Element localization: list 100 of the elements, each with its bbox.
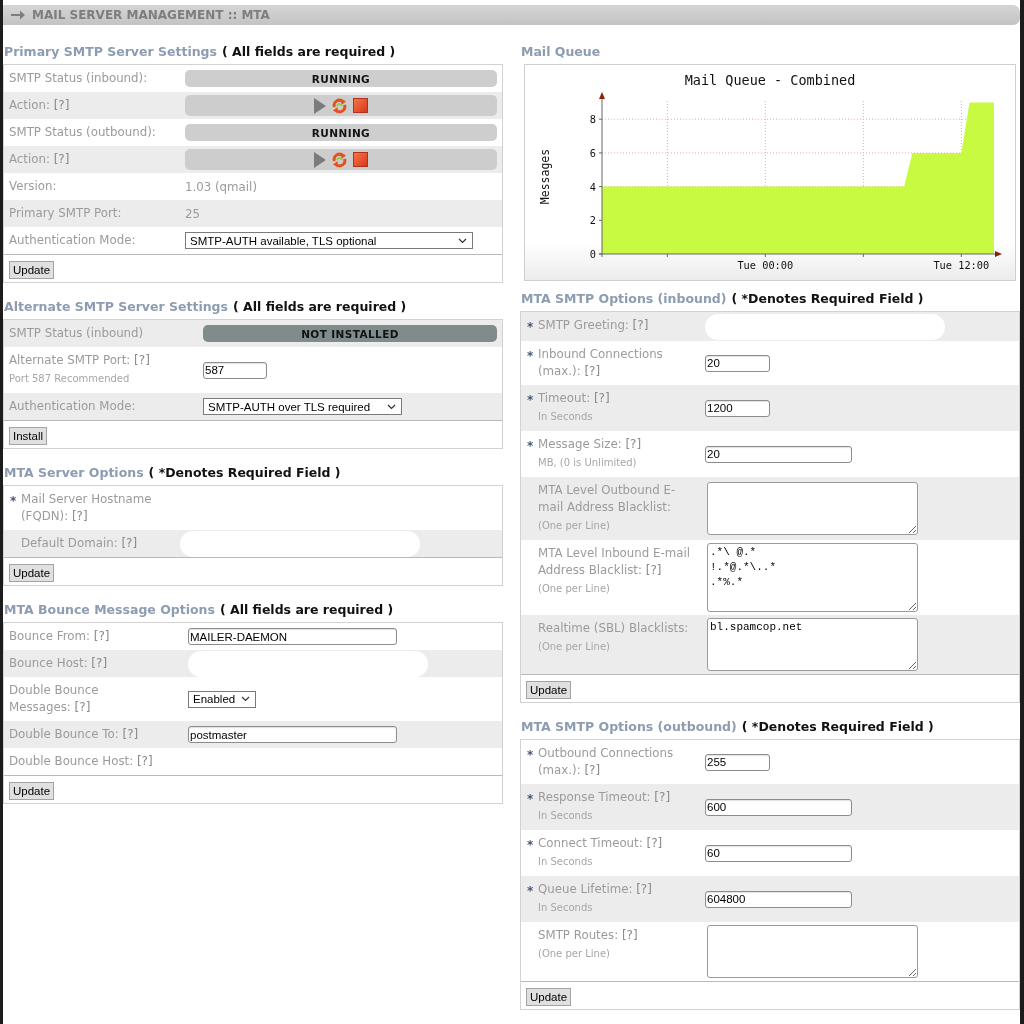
arrow-right-icon: [11, 9, 25, 21]
status-badge: NOT INSTALLED: [203, 325, 497, 342]
field-label: Outbound Connections (max.): [?]: [538, 745, 675, 779]
field-label: Inbound Connections (max.): [?]: [538, 346, 664, 380]
chevron-down-icon: [458, 237, 467, 244]
section-title: MTA SMTP Options (outbound): [521, 718, 737, 735]
submit-button[interactable]: Install: [9, 427, 48, 445]
dropdown-select[interactable]: Enabled: [188, 690, 256, 708]
required-marker: *: [527, 320, 534, 334]
text-input[interactable]: 604800: [705, 890, 852, 908]
help-link[interactable]: [?]: [646, 836, 663, 850]
section-title: Primary SMTP Server Settings: [4, 43, 217, 60]
field-label: Authentication Mode:: [9, 232, 137, 249]
field-hint: (One per Line): [538, 519, 611, 533]
field-label: Bounce Host: [?]: [9, 655, 109, 672]
field-hint: MB, (0 is Unlimited): [538, 456, 638, 470]
field-label: MTA Level Inbound E-mail Address Blacklist: [?]: [538, 545, 692, 579]
help-link[interactable]: [?]: [134, 353, 150, 367]
y-axis-label: Messages: [538, 148, 552, 205]
text-input[interactable]: 1200: [705, 399, 770, 417]
help-link[interactable]: [?]: [584, 763, 601, 777]
refresh-icon[interactable]: [332, 151, 347, 168]
help-link[interactable]: [?]: [625, 437, 642, 451]
help-link[interactable]: [?]: [136, 754, 153, 768]
chevron-down-icon: [387, 403, 396, 410]
field-label: Double Bounce To: [?]: [9, 726, 140, 743]
section-title: MTA Server Options: [4, 464, 144, 481]
field-hint: In Seconds: [538, 410, 594, 424]
x-tick-label: Tue 12:00: [933, 259, 990, 271]
field-label: Action: [?]: [9, 97, 71, 114]
field-label: Version:: [9, 178, 58, 195]
field-label: SMTP Greeting: [?]: [538, 317, 650, 334]
field-label: Queue Lifetime: [?]: [538, 881, 653, 898]
text-input[interactable]: 20: [705, 445, 852, 463]
text-input[interactable]: 60: [705, 844, 852, 862]
stop-icon[interactable]: [353, 152, 368, 167]
status-badge: RUNNING: [185, 70, 497, 87]
help-link[interactable]: [?]: [93, 629, 110, 643]
help-link[interactable]: [?]: [621, 928, 638, 942]
section-title: MTA SMTP Options (inbound): [521, 290, 727, 307]
field-label: Response Timeout: [?]: [538, 789, 672, 806]
field-hint: (One per Line): [538, 640, 611, 654]
field-label: Realtime (SBL) Blacklists:: [538, 620, 690, 637]
submit-button[interactable]: Update: [9, 261, 55, 279]
field-label: SMTP Status (inbound): [9, 325, 145, 342]
field-label: Double Bounce Host: [?]: [9, 753, 154, 770]
dropdown-select[interactable]: SMTP-AUTH over TLS required: [203, 398, 402, 415]
field-label: Connect Timeout: [?]: [538, 835, 664, 852]
y-tick-label: 6: [589, 146, 596, 159]
field-hint: In Seconds: [538, 809, 594, 823]
section-title: Alternate SMTP Server Settings: [4, 298, 228, 315]
field-label: Primary SMTP Port:: [9, 205, 123, 222]
submit-button[interactable]: Update: [526, 988, 572, 1006]
text-input[interactable]: 600: [705, 798, 852, 816]
section-title: Mail Queue: [521, 43, 601, 60]
field-label: Alternate SMTP Port: [?]: [9, 352, 151, 369]
text-input[interactable]: 587: [203, 361, 267, 379]
help-link[interactable]: [?]: [645, 563, 662, 577]
text-input[interactable]: postmaster: [188, 726, 397, 743]
page-title: MAIL SERVER MANAGEMENT :: MTA: [32, 8, 270, 22]
chevron-down-icon: [241, 696, 250, 702]
dropdown-select[interactable]: SMTP-AUTH available, TLS optional: [185, 232, 473, 249]
field-hint: (One per Line): [538, 582, 611, 596]
section-note: ( *Denotes Required Field ): [148, 464, 341, 481]
section-note: ( *Denotes Required Field ): [731, 290, 924, 307]
section-note: ( *Denotes Required Field ): [741, 718, 934, 735]
help-link[interactable]: [?]: [584, 364, 601, 378]
required-marker: *: [527, 884, 534, 898]
required-marker: *: [527, 792, 534, 806]
text-area-field[interactable]: bl.spamcop.net: [707, 618, 918, 671]
field-label: Authentication Mode:: [9, 398, 137, 415]
field-label: Action: [?]: [9, 151, 71, 168]
text-area-field[interactable]: [707, 925, 918, 978]
field-label: Bounce From: [?]: [9, 628, 111, 645]
refresh-icon[interactable]: [332, 97, 347, 114]
required-marker: *: [527, 439, 534, 453]
text-area-field[interactable]: .*\ @.* !.*@.*\..* .*%.*: [707, 543, 918, 612]
x-tick-label: Tue 00:00: [737, 259, 794, 271]
field-hint: Port 587 Recommended: [9, 372, 131, 386]
required-marker: *: [527, 838, 534, 852]
field-hint: (One per Line): [538, 947, 611, 961]
field-value: 25: [185, 206, 200, 221]
stop-icon[interactable]: [353, 98, 368, 113]
help-link[interactable]: [?]: [71, 509, 88, 523]
field-label: SMTP Status (inbound):: [9, 70, 149, 87]
required-marker: *: [527, 393, 534, 407]
status-badge: RUNNING: [185, 124, 497, 141]
field-hint: In Seconds: [538, 901, 594, 915]
required-marker: *: [10, 494, 17, 508]
field-label: MTA Level Outbound E-mail Address Blacklist:: [538, 482, 677, 516]
text-input[interactable]: MAILER-DAEMON: [188, 628, 397, 645]
submit-button[interactable]: Update: [526, 681, 572, 699]
text-area-field[interactable]: [707, 482, 918, 535]
y-tick-label: 8: [589, 113, 596, 126]
field-label: SMTP Routes: [?]: [538, 927, 639, 944]
text-input[interactable]: 20: [705, 354, 770, 372]
field-label: SMTP Status (outbound):: [9, 124, 157, 141]
submit-button[interactable]: Update: [9, 782, 55, 800]
submit-button[interactable]: Update: [9, 564, 55, 582]
text-input[interactable]: 255: [705, 753, 770, 771]
